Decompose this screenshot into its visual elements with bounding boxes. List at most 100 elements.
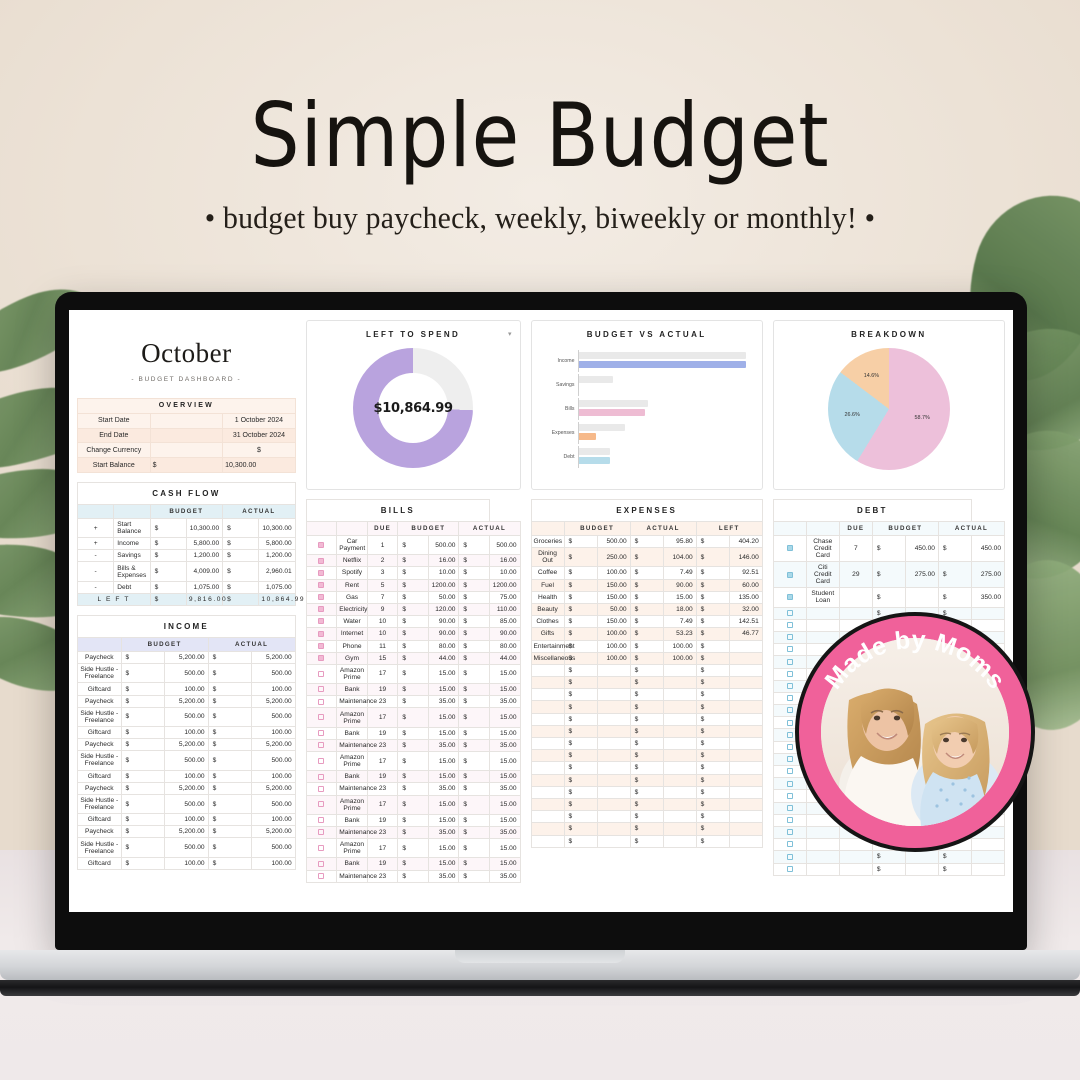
checkbox-icon[interactable]	[786, 683, 793, 690]
bill-checkbox-cell[interactable]	[305, 857, 338, 871]
checkbox-icon[interactable]	[318, 860, 325, 867]
checkbox-icon[interactable]	[786, 731, 793, 738]
bill-checkbox-cell[interactable]	[305, 554, 338, 568]
checkbox-icon[interactable]	[318, 642, 325, 649]
table-row: Dining Out $ 250.00 $ 104.00 $ 146.00	[530, 547, 763, 568]
checkbox-icon[interactable]	[786, 719, 793, 726]
bill-checkbox-cell[interactable]	[305, 838, 338, 859]
debt-checkbox-cell[interactable]	[772, 534, 807, 563]
debt-checkbox-cell[interactable]	[772, 587, 807, 608]
bill-checkbox-cell[interactable]	[305, 534, 338, 556]
checkbox-icon[interactable]	[318, 594, 325, 601]
bill-checkbox-cell[interactable]	[305, 639, 338, 653]
bill-checkbox-cell[interactable]	[305, 782, 338, 796]
checkbox-icon[interactable]	[318, 844, 325, 851]
bill-checkbox-cell[interactable]	[305, 794, 338, 815]
checkbox-icon[interactable]	[318, 801, 325, 808]
currency-symbol: $	[120, 682, 166, 696]
checkbox-icon[interactable]	[786, 634, 793, 641]
bill-checkbox-cell[interactable]	[305, 825, 338, 840]
budget-value	[596, 712, 631, 726]
currency-symbol: $	[397, 794, 429, 815]
budget-value: 15.00	[427, 750, 460, 772]
checkbox-icon[interactable]	[318, 872, 325, 879]
checkbox-icon[interactable]	[786, 670, 793, 677]
checkbox-icon[interactable]	[318, 606, 325, 613]
checkbox-icon[interactable]	[318, 714, 325, 721]
checkbox-icon[interactable]	[786, 695, 793, 702]
actual-value: 80.00	[488, 639, 521, 653]
bill-checkbox-cell[interactable]	[305, 683, 338, 697]
bill-checkbox-cell[interactable]	[305, 566, 338, 580]
checkbox-icon[interactable]	[786, 780, 793, 787]
checkbox-icon[interactable]	[318, 630, 325, 637]
checkbox-icon[interactable]	[318, 817, 325, 824]
checkbox-icon[interactable]	[318, 581, 325, 588]
left-value	[728, 639, 763, 653]
checkbox-icon[interactable]	[786, 817, 793, 824]
bill-checkbox-cell[interactable]	[305, 695, 338, 709]
bill-checkbox-cell[interactable]	[305, 726, 338, 740]
checkbox-icon[interactable]	[786, 792, 793, 799]
checkbox-icon[interactable]	[786, 756, 793, 763]
checkbox-icon[interactable]	[318, 829, 325, 836]
bill-checkbox-cell[interactable]	[305, 813, 338, 827]
checkbox-icon[interactable]	[786, 804, 793, 811]
checkbox-icon[interactable]	[318, 541, 325, 548]
currency-symbol: $	[563, 578, 598, 592]
checkbox-icon[interactable]	[786, 768, 793, 775]
checkbox-icon[interactable]	[318, 742, 325, 749]
checkbox-icon[interactable]	[786, 743, 793, 750]
budget-value	[596, 810, 631, 824]
checkbox-icon[interactable]	[318, 557, 325, 564]
checkbox-icon[interactable]	[318, 670, 325, 677]
col-header-budget: BUDGET	[563, 521, 631, 536]
budget-value	[904, 587, 939, 608]
checkbox-icon[interactable]	[786, 609, 793, 616]
bill-checkbox-cell[interactable]	[305, 738, 338, 753]
checkbox-icon[interactable]	[786, 829, 793, 836]
row-label: Paycheck	[77, 781, 122, 795]
checkbox-icon[interactable]	[786, 594, 793, 601]
bill-checkbox-cell[interactable]	[305, 770, 338, 784]
debt-checkbox-cell[interactable]	[772, 850, 807, 864]
bill-checkbox-cell[interactable]	[305, 663, 338, 685]
bill-checkbox-cell[interactable]	[305, 750, 338, 772]
checkbox-icon[interactable]	[318, 698, 325, 705]
checkbox-icon[interactable]	[786, 865, 793, 872]
checkbox-icon[interactable]	[318, 686, 325, 693]
checkbox-icon[interactable]	[786, 545, 793, 552]
debt-checkbox-cell[interactable]	[772, 862, 807, 876]
checkbox-icon[interactable]	[786, 707, 793, 714]
currency-symbol: $	[397, 695, 429, 709]
currency-symbol: $	[222, 592, 260, 607]
bill-checkbox-cell[interactable]	[305, 590, 338, 604]
bill-checkbox-cell[interactable]	[305, 615, 338, 629]
bill-checkbox-cell[interactable]	[305, 578, 338, 592]
bill-checkbox-cell[interactable]	[305, 627, 338, 641]
checkbox-icon[interactable]	[318, 729, 325, 736]
left-value	[728, 700, 763, 714]
checkbox-icon[interactable]	[318, 773, 325, 780]
checkbox-icon[interactable]	[318, 618, 325, 625]
checkbox-icon[interactable]	[786, 853, 793, 860]
checkbox-icon[interactable]	[318, 655, 325, 662]
currency-symbol: $	[222, 517, 260, 539]
checkbox-icon[interactable]	[786, 658, 793, 665]
chevron-down-icon[interactable]: ▾	[508, 330, 512, 338]
debt-checkbox-cell[interactable]	[772, 561, 807, 589]
bill-checkbox-cell[interactable]	[305, 707, 338, 728]
checkbox-icon[interactable]	[318, 569, 325, 576]
checkbox-icon[interactable]	[786, 622, 793, 629]
bill-checkbox-cell[interactable]	[305, 869, 338, 883]
checkbox-icon[interactable]	[786, 646, 793, 653]
checkbox-icon[interactable]	[318, 785, 325, 792]
bill-checkbox-cell[interactable]	[305, 602, 338, 617]
checkbox-icon[interactable]	[786, 841, 793, 848]
actual-value: 100.00	[662, 639, 697, 653]
checkbox-icon[interactable]	[786, 571, 793, 578]
donut-ring: $10,864.99	[353, 348, 474, 468]
checkbox-icon[interactable]	[318, 757, 325, 764]
row-label: Entertainment	[530, 639, 575, 653]
bill-checkbox-cell[interactable]	[305, 651, 338, 665]
